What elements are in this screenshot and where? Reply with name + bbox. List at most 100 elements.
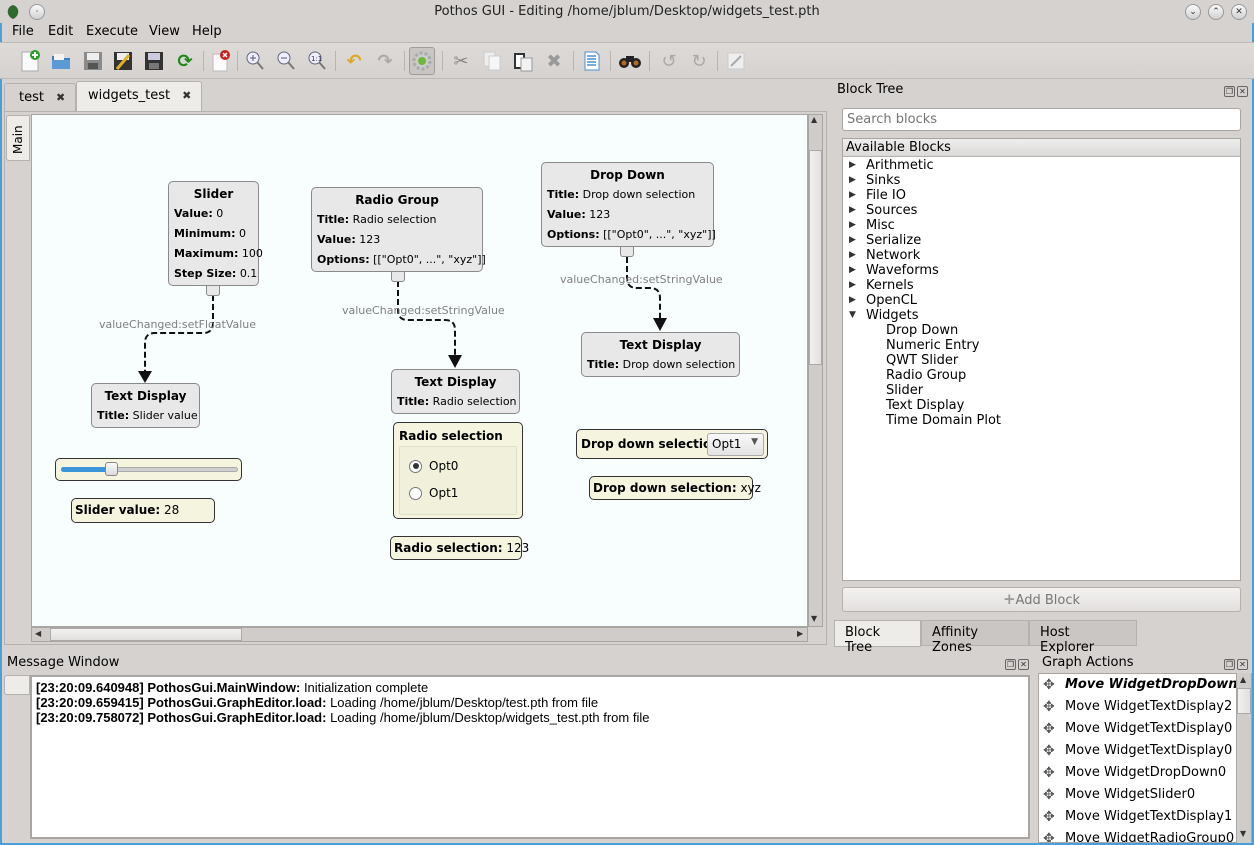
undo-button[interactable]: ↶ (341, 47, 367, 75)
graph-action-item[interactable]: ✥ Move WidgetTextDisplay0 (1039, 718, 1251, 740)
close-button[interactable]: ✕ (1231, 4, 1247, 20)
close-icon[interactable]: ✕ (1237, 659, 1248, 670)
menu-view[interactable]: View (149, 24, 180, 39)
graph-canvas[interactable]: Slider Value: 0 Minimum: 0 Maximum: 100 … (31, 114, 808, 627)
close-icon[interactable]: ✕ (1237, 86, 1248, 97)
menu-execute[interactable]: Execute (86, 24, 138, 39)
page-tab-main[interactable]: Main (6, 115, 30, 161)
maximize-button[interactable]: ⌃ (1208, 4, 1224, 20)
slider-handle[interactable] (105, 462, 118, 476)
scroll-down-icon[interactable]: ▼ (811, 614, 817, 623)
canvas-horizontal-scrollbar[interactable]: ◀ ▶ (31, 627, 808, 642)
connection-dropdown[interactable] (626, 257, 667, 331)
tab-host-explorer[interactable]: Host Explorer (1029, 620, 1137, 655)
properties-button[interactable] (579, 47, 605, 75)
scroll-left-icon[interactable]: ◀ (35, 629, 41, 638)
search-blocks-input[interactable] (842, 108, 1241, 131)
expand-arrow-icon[interactable]: ▶ (849, 233, 856, 248)
tree-category[interactable]: ▶ Kernels (843, 278, 1240, 293)
block-radio-group[interactable]: Radio Group Title: Radio selection Value… (311, 187, 486, 272)
open-button[interactable] (48, 47, 74, 75)
expand-arrow-icon[interactable]: ▶ (849, 263, 856, 278)
expand-arrow-icon[interactable]: ▶ (849, 248, 856, 263)
tree-category[interactable]: ▶ Network (843, 248, 1240, 263)
graph-action-item[interactable]: ✥ Move WidgetDropDown0 (1039, 674, 1251, 696)
scroll-up-icon[interactable]: ▲ (811, 115, 817, 124)
scrollbar-thumb[interactable] (50, 628, 242, 641)
float-icon[interactable]: ❐ (1224, 659, 1235, 670)
menu-edit[interactable]: Edit (48, 24, 73, 39)
delete-button[interactable]: ✖ (541, 47, 567, 75)
new-button[interactable] (17, 47, 43, 75)
tree-category[interactable]: ▶ Serialize (843, 233, 1240, 248)
redo-button[interactable]: ↷ (372, 47, 398, 75)
tree-category[interactable]: ▶ Sinks (843, 173, 1240, 188)
edit-button[interactable] (723, 47, 749, 75)
zoom-in-button[interactable] (242, 47, 268, 75)
radio-option-opt0[interactable]: Opt0 (409, 459, 458, 473)
minimize-button[interactable]: ⌄ (1185, 4, 1201, 20)
scroll-up-icon[interactable]: ▲ (1240, 675, 1246, 684)
graph-action-item[interactable]: ✥ Move WidgetDropDown0 (1039, 762, 1251, 784)
copy-button[interactable] (479, 47, 505, 75)
reload-button[interactable]: ⟳ (172, 47, 198, 75)
tree-category-widgets[interactable]: ▼ Widgets (843, 308, 1240, 323)
scroll-right-icon[interactable]: ▶ (797, 629, 803, 638)
expand-arrow-icon[interactable]: ▶ (849, 203, 856, 218)
canvas-vertical-scrollbar[interactable]: ▲ ▼ (808, 114, 823, 627)
radio-option-opt1[interactable]: Opt1 (409, 486, 458, 500)
tab-affinity-zones[interactable]: Affinity Zones (921, 620, 1029, 655)
scroll-down-icon[interactable]: ▼ (1240, 829, 1246, 838)
block-slider[interactable]: Slider Value: 0 Minimum: 0 Maximum: 100 … (168, 181, 263, 286)
expand-arrow-icon[interactable]: ▶ (849, 293, 856, 308)
doc-tab-widgets-test[interactable]: widgets_test ✖ (76, 81, 202, 111)
block-text-display-dropdown[interactable]: Text Display Title: Drop down selection (581, 332, 740, 377)
tree-category[interactable]: ▶ Sources (843, 203, 1240, 218)
graph-action-item[interactable]: ✥ Move WidgetRadioGroup0 (1039, 828, 1251, 842)
tree-block-item[interactable]: Drop Down (843, 323, 1240, 338)
graph-action-item[interactable]: ✥ Move WidgetTextDisplay0 (1039, 740, 1251, 762)
output-port[interactable] (206, 286, 220, 296)
graph-action-item[interactable]: ✥ Move WidgetTextDisplay1 (1039, 806, 1251, 828)
tree-block-item[interactable]: Text Display (843, 398, 1240, 413)
tree-block-item[interactable]: Radio Group (843, 368, 1240, 383)
scrollbar-thumb[interactable] (809, 150, 822, 365)
menu-help[interactable]: Help (192, 24, 222, 39)
float-icon[interactable]: ❐ (1005, 659, 1016, 670)
paste-button[interactable] (510, 47, 536, 75)
tree-block-item[interactable]: Numeric Entry (843, 338, 1240, 353)
tree-block-item[interactable]: Time Domain Plot (843, 413, 1240, 428)
tree-category[interactable]: ▶ Waveforms (843, 263, 1240, 278)
expand-arrow-icon[interactable]: ▶ (849, 173, 856, 188)
float-icon[interactable]: ❐ (1224, 86, 1235, 97)
expand-arrow-icon[interactable]: ▶ (849, 158, 856, 173)
graph-action-item[interactable]: ✥ Move WidgetTextDisplay2 (1039, 696, 1251, 718)
message-side-tab[interactable] (4, 675, 30, 695)
rotate-right-button[interactable]: ↻ (686, 47, 712, 75)
activate-topology-button[interactable] (409, 47, 435, 75)
close-icon[interactable]: ✕ (1018, 659, 1029, 670)
close-file-button[interactable] (207, 47, 233, 75)
scrollbar-thumb[interactable] (1237, 688, 1251, 714)
tree-category[interactable]: ▶ OpenCL (843, 293, 1240, 308)
output-port[interactable] (620, 247, 634, 257)
rotate-left-button[interactable]: ↺ (656, 47, 682, 75)
close-tab-icon[interactable]: ✖ (182, 89, 191, 102)
tree-category[interactable]: ▶ File IO (843, 188, 1240, 203)
tree-block-item[interactable]: Slider (843, 383, 1240, 398)
tab-block-tree[interactable]: Block Tree (834, 620, 921, 655)
block-text-display-slider[interactable]: Text Display Title: Slider value (91, 383, 200, 428)
save-as-button[interactable] (110, 47, 136, 75)
block-drop-down[interactable]: Drop Down Title: Drop down selection Val… (541, 162, 716, 247)
zoom-out-button[interactable] (273, 47, 299, 75)
dropdown-select[interactable]: Opt1 ▼ (707, 433, 764, 456)
save-button[interactable] (80, 47, 106, 75)
tree-block-item[interactable]: QWT Slider (843, 353, 1240, 368)
expand-arrow-icon[interactable]: ▶ (849, 278, 856, 293)
tree-category[interactable]: ▶ Arithmetic (843, 158, 1240, 173)
tree-category[interactable]: ▶ Misc (843, 218, 1240, 233)
menu-file[interactable]: File (12, 24, 34, 39)
expand-arrow-icon[interactable]: ▶ (849, 188, 856, 203)
save-all-button[interactable] (141, 47, 167, 75)
find-button[interactable] (617, 47, 643, 75)
